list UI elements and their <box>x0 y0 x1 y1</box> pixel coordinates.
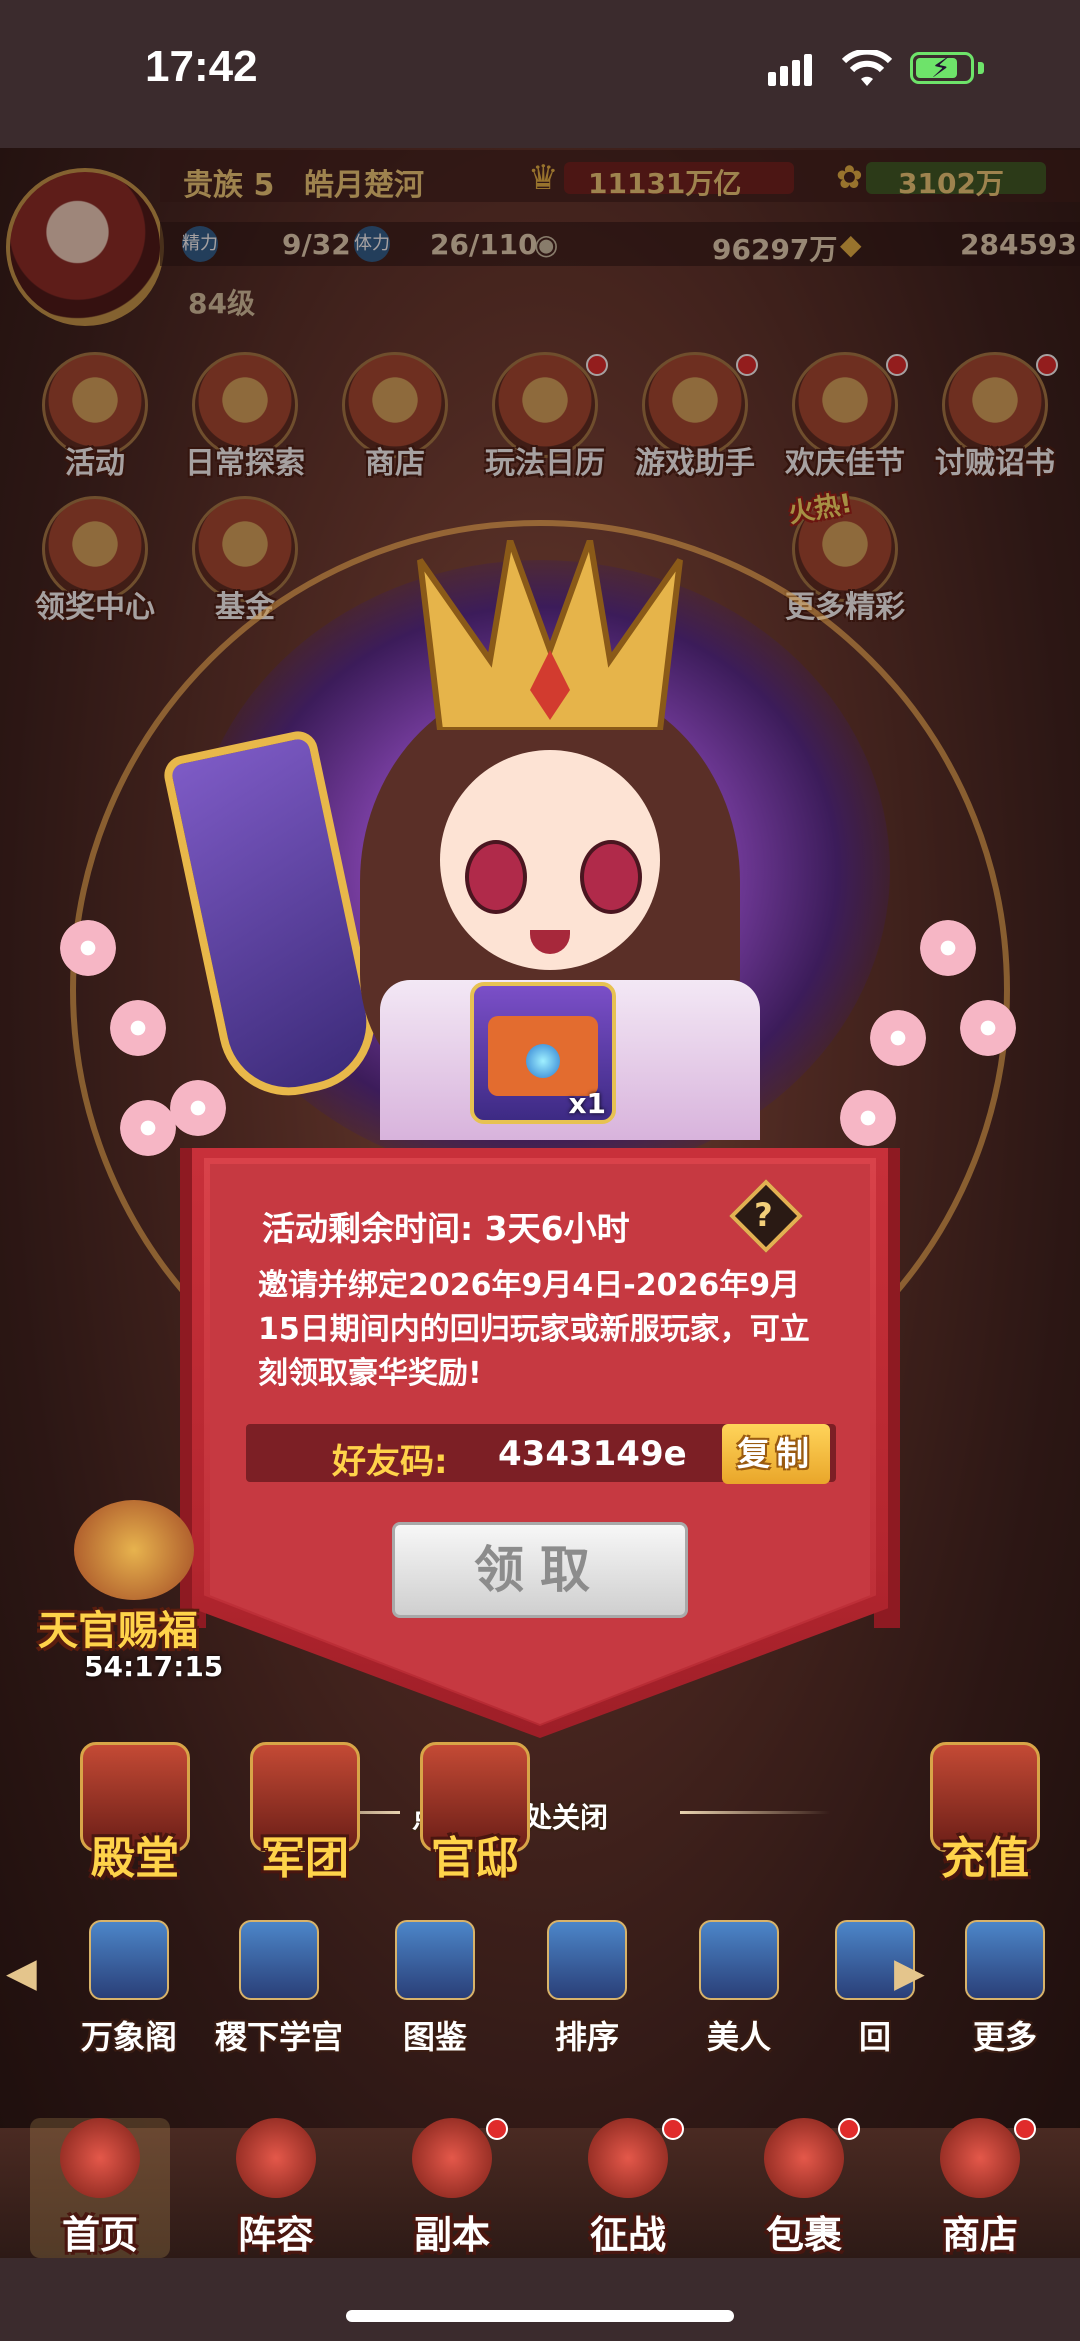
home-icon <box>60 2118 140 2198</box>
tab-bag[interactable]: 包裹 <box>734 2118 874 2258</box>
feature-codex[interactable]: 图鉴 <box>370 1920 500 2060</box>
home-indicator[interactable] <box>346 2310 734 2322</box>
invite-dialog: 活动剩余时间: 3天6小时 ? 邀请并绑定2026年9月4日-2026年9月15… <box>180 1148 900 1738</box>
recharge-button[interactable]: 充值 <box>920 1742 1050 1884</box>
hall-button[interactable]: 殿堂 <box>70 1742 200 1884</box>
scroll-left-arrow-icon[interactable]: ◀ <box>6 1950 37 1996</box>
notification-dot <box>662 2118 684 2140</box>
gold-crown-art <box>417 540 683 730</box>
tab-lineup[interactable]: 阵容 <box>206 2118 346 2258</box>
reward-count: x1 <box>568 1087 606 1120</box>
mansion-button[interactable]: 官邸 <box>410 1742 540 1884</box>
sword-icon <box>412 2118 492 2198</box>
target-icon <box>588 2118 668 2198</box>
event-treasure-icon[interactable] <box>74 1500 194 1600</box>
feature-ranking[interactable]: 排序 <box>522 1920 652 2060</box>
friend-code-value: 4343149e <box>498 1434 687 1474</box>
wifi-icon <box>842 50 892 86</box>
copy-button[interactable]: 复制 <box>722 1424 830 1484</box>
scroll-right-arrow-icon[interactable]: ▶ <box>894 1950 925 1996</box>
coins-icon <box>940 2118 1020 2198</box>
activity-remaining-time: 活动剩余时间: 3天6小时 <box>262 1209 630 1248</box>
feature-wanxiang-pavilion[interactable]: 万象阁 <box>64 1920 194 2060</box>
battery-icon: ⚡ <box>910 51 974 84</box>
event-timer: 54:17:15 <box>84 1650 224 1683</box>
activity-description: 邀请并绑定2026年9月4日-2026年9月15日期间内的回归玩家或新服玩家，可… <box>258 1268 810 1391</box>
feature-jixia-academy[interactable]: 稷下学宫 <box>214 1920 344 2060</box>
notification-dot <box>486 2118 508 2140</box>
feature-beauties[interactable]: 美人 <box>674 1920 804 2060</box>
bag-icon <box>764 2118 844 2198</box>
tab-home[interactable]: 首页 <box>30 2118 170 2258</box>
claim-button[interactable]: 领取 <box>392 1522 688 1618</box>
event-title[interactable]: 天官赐福 <box>38 1598 198 1656</box>
flag-icon <box>236 2118 316 2198</box>
cellular-signal-icon <box>768 54 816 86</box>
status-bar: 17:42 ⚡ <box>0 0 1080 148</box>
more-button[interactable]: 更多 <box>940 1920 1070 2060</box>
reward-chest-item[interactable]: x1 <box>470 982 616 1124</box>
tab-campaign[interactable]: 征战 <box>558 2118 698 2258</box>
friend-code-label: 好友码: <box>332 1442 448 1482</box>
clock: 17:42 <box>145 42 258 91</box>
tab-store[interactable]: 商店 <box>910 2118 1050 2258</box>
legion-button[interactable]: 军团 <box>240 1742 370 1884</box>
notification-dot <box>1014 2118 1036 2140</box>
notification-dot <box>838 2118 860 2140</box>
tab-dungeon[interactable]: 副本 <box>382 2118 522 2258</box>
